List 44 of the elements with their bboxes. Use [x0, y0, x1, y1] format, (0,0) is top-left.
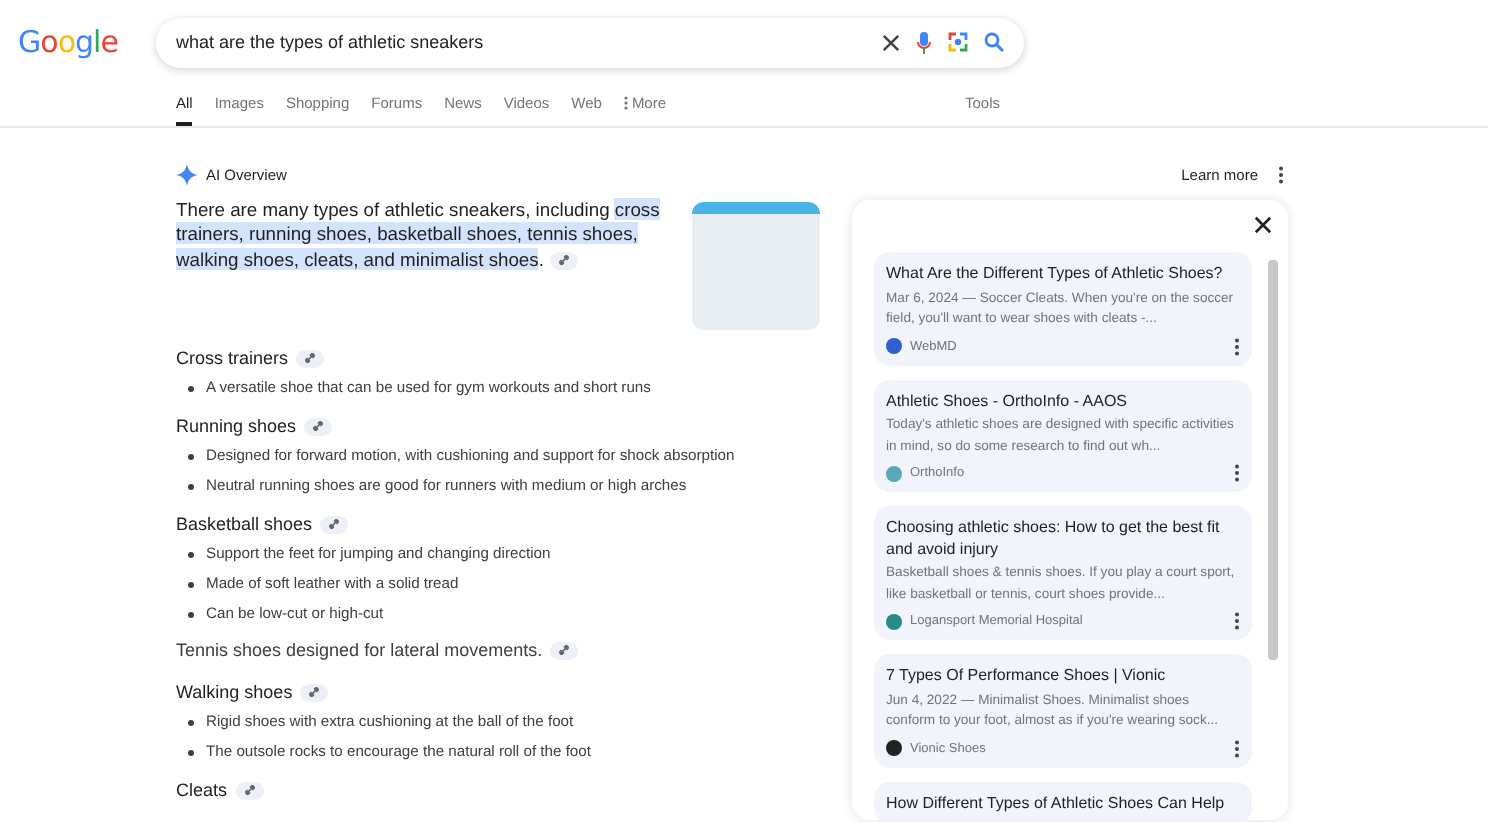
- source-card[interactable]: How Different Types of Athletic Shoes Can Help: [874, 781, 1252, 820]
- source-card[interactable]: [874, 506, 1252, 640]
- bullet-icon: [188, 582, 194, 588]
- subheading: Cleats: [176, 780, 228, 800]
- link-icon[interactable]: [304, 417, 333, 435]
- link-icon[interactable]: [320, 515, 349, 533]
- source-title[interactable]: Choosing athletic shoes: How to get the best fit and avoid injury: [886, 518, 1240, 560]
- sparkle-icon: [176, 163, 198, 185]
- subheading: Running shoes: [176, 416, 297, 436]
- bullet-icon: [188, 612, 194, 618]
- subheading: Walking shoes: [176, 682, 293, 702]
- search-field[interactable]: what are the types of athletic sneakers: [156, 17, 1024, 67]
- source-title[interactable]: 7 Types Of Performance Shoes | Vionic: [886, 666, 1240, 687]
- paragraph: Tennis shoes designed for lateral movements.: [176, 640, 543, 660]
- logo[interactable]: Google: [18, 24, 156, 60]
- camera-icon[interactable]: [948, 32, 968, 52]
- more-options-icon[interactable]: [1234, 739, 1240, 757]
- close-icon[interactable]: [882, 33, 900, 51]
- more-options-icon[interactable]: [1234, 464, 1240, 482]
- more-options-icon[interactable]: [1234, 612, 1240, 630]
- bullet-icon: [188, 386, 194, 392]
- more-options-icon[interactable]: [1234, 337, 1240, 355]
- link-icon[interactable]: [300, 683, 329, 701]
- source-title[interactable]: What Are the Different Types of Athletic Shoes?: [886, 264, 1240, 285]
- scrollbar[interactable]: [1268, 260, 1278, 660]
- subheading: Basketball shoes: [176, 514, 313, 534]
- close-icon[interactable]: [1254, 216, 1272, 234]
- search-icon[interactable]: [984, 32, 1004, 52]
- bullet-icon: [188, 484, 194, 490]
- bullet-icon: [188, 454, 194, 460]
- subheading: Cross trainers: [176, 348, 289, 368]
- source-title[interactable]: Athletic Shoes - OrthoInfo - AAOS: [886, 391, 1240, 412]
- link-icon[interactable]: [550, 641, 579, 659]
- bullet-icon: [188, 750, 194, 756]
- bullet-icon: [188, 552, 194, 558]
- kebab-icon: [623, 96, 628, 110]
- bullet-icon: [188, 720, 194, 726]
- link-icon[interactable]: [549, 251, 578, 270]
- link-icon[interactable]: [235, 781, 264, 799]
- source-title[interactable]: How Different Types of Athletic Shoes Can Help: [886, 793, 1240, 814]
- microphone-icon[interactable]: [916, 31, 932, 53]
- more-options-icon[interactable]: [1278, 165, 1284, 183]
- overview-paragraph: There are many types of athletic sneakers, including cross trainers, running shoes, basketball shoes, tennis shoes, walking shoes, cleats, and minimalist shoes.: [176, 198, 662, 274]
- link-icon[interactable]: [296, 349, 325, 367]
